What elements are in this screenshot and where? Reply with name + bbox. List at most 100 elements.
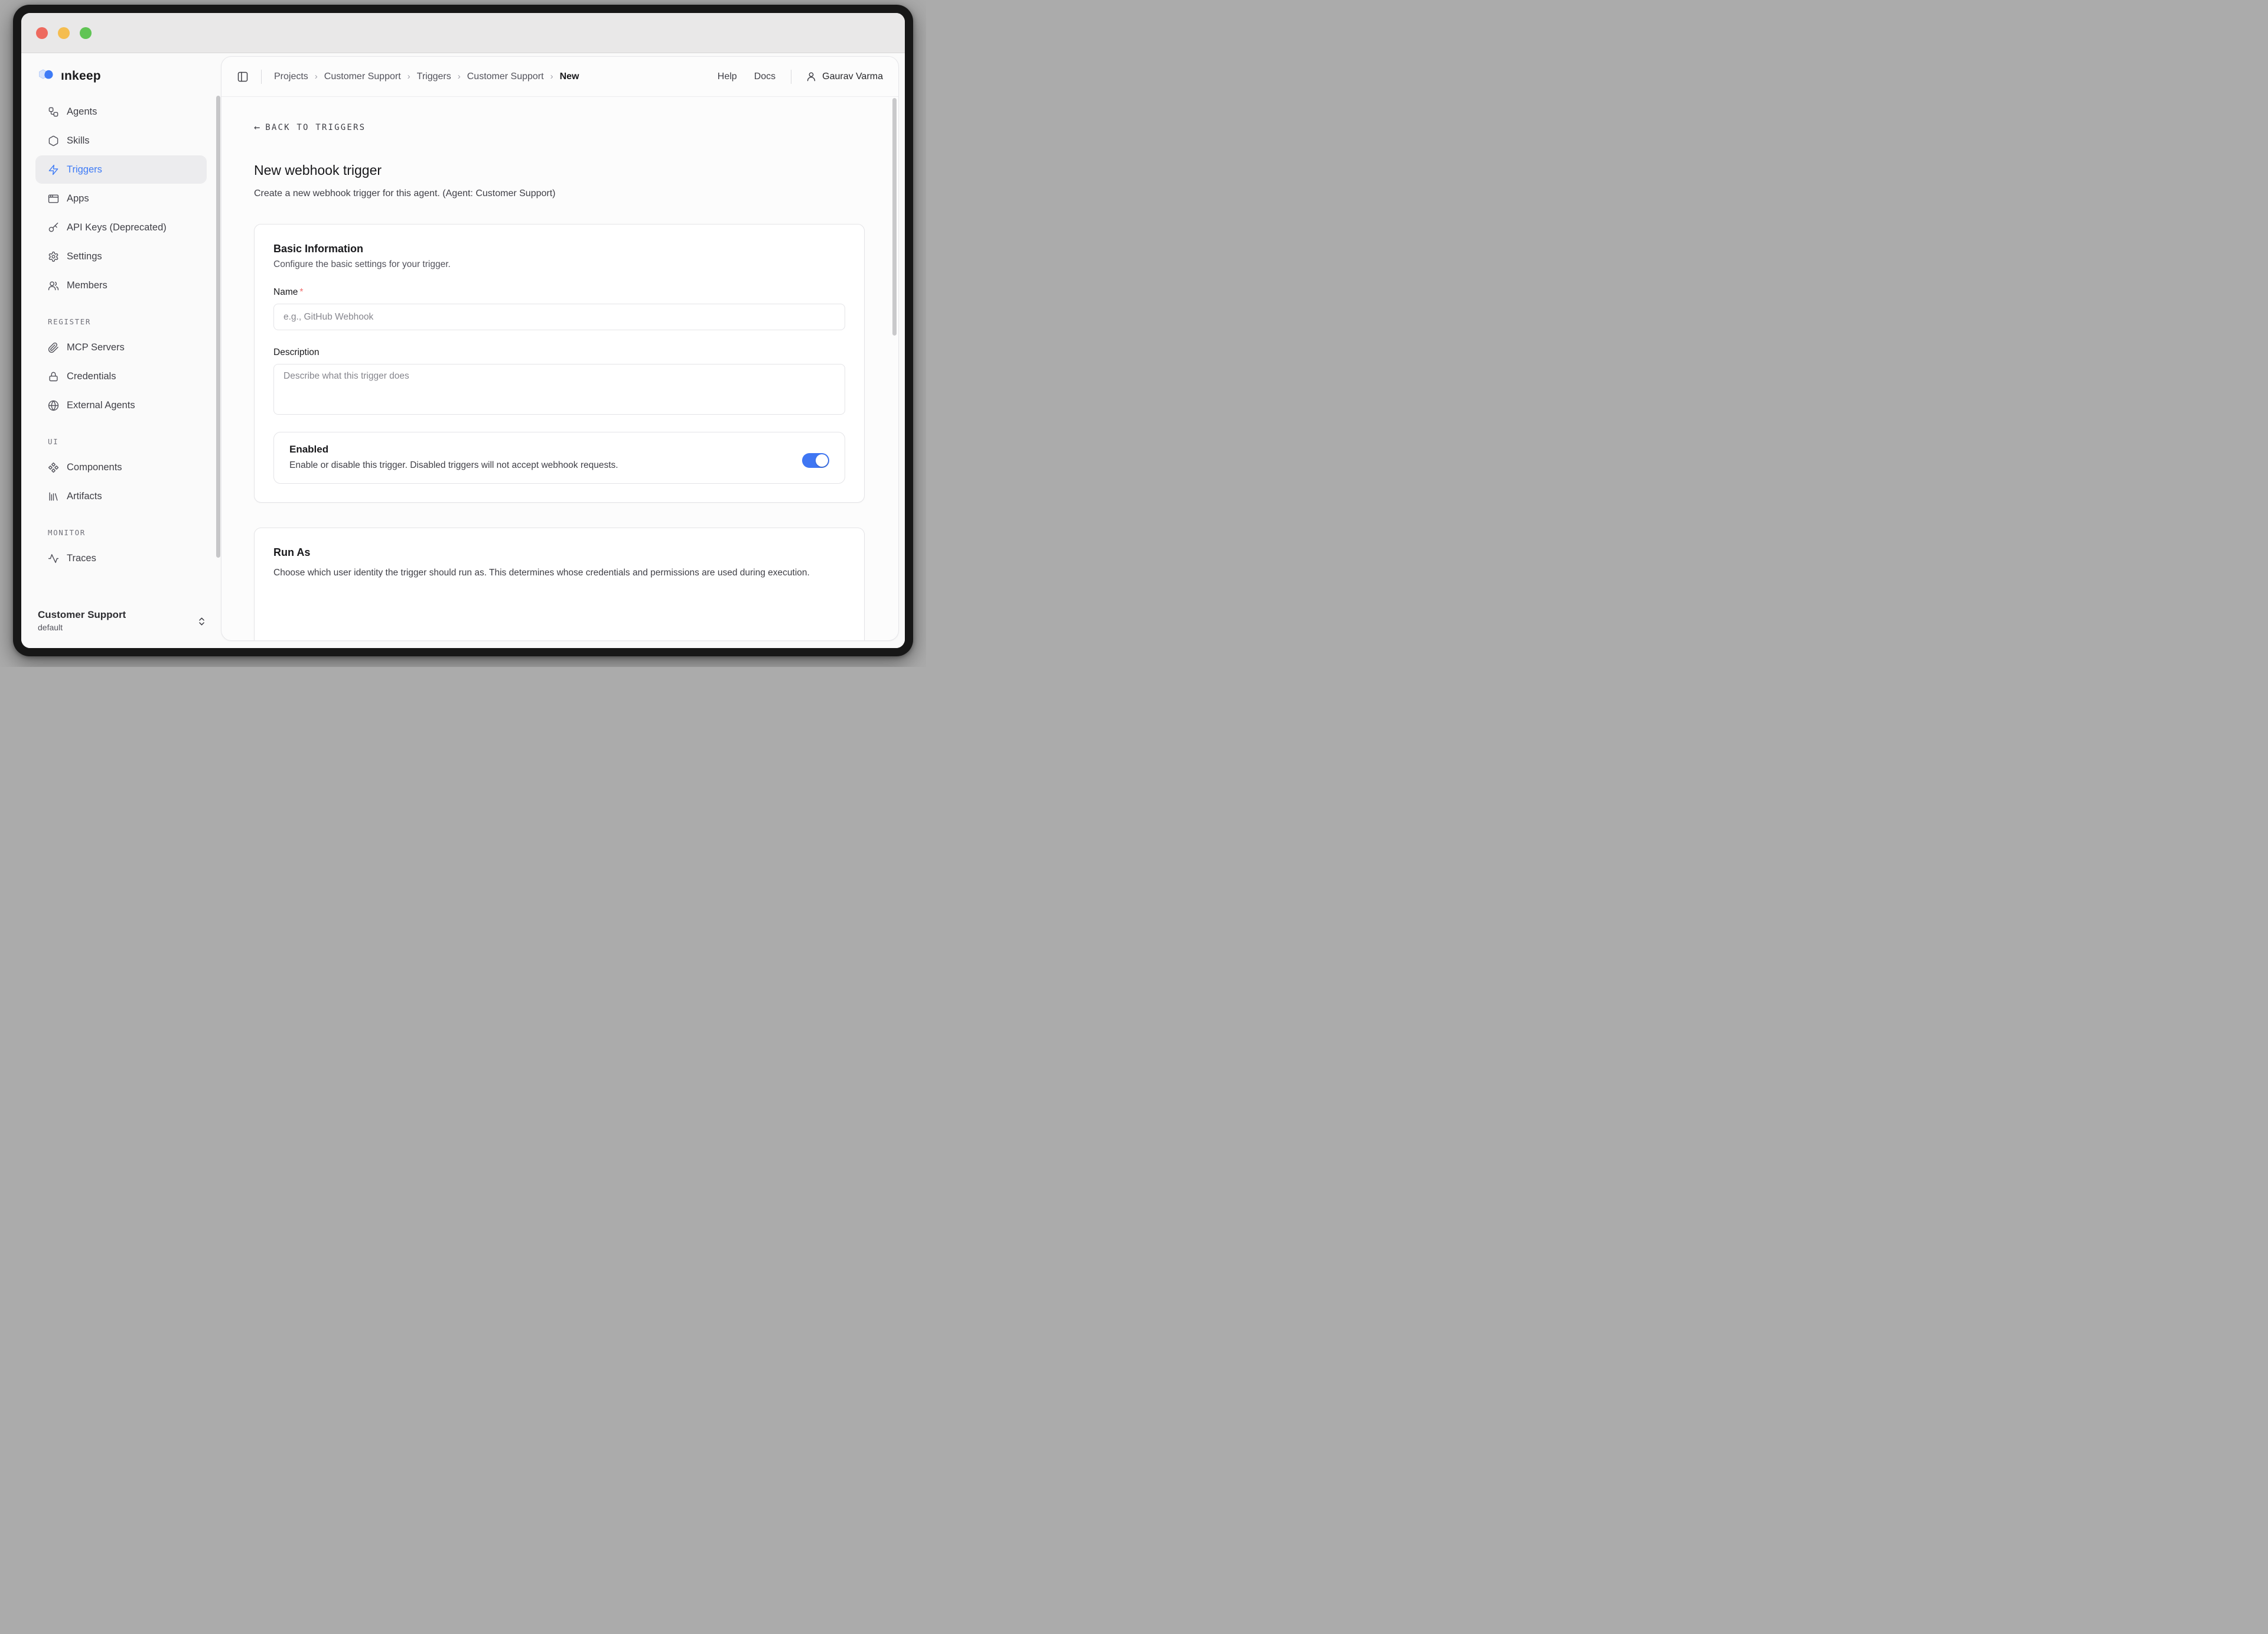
sidebar-item-api-keys[interactable]: API Keys (Deprecated) [35, 213, 207, 242]
enabled-toggle[interactable] [802, 453, 829, 468]
activity-icon [48, 553, 59, 564]
sidebar-item-credentials[interactable]: Credentials [35, 362, 207, 390]
inkeep-logo-icon [38, 69, 56, 84]
back-link-label: BACK TO TRIGGERS [265, 123, 366, 132]
sidebar-item-agents[interactable]: Agents [35, 97, 207, 126]
required-asterisk: * [299, 287, 303, 297]
breadcrumb-agent[interactable]: Customer Support [467, 71, 544, 82]
run-as-title: Run As [273, 546, 845, 559]
enabled-setting: Enabled Enable or disable this trigger. … [273, 432, 845, 484]
sidebar-item-label: Components [67, 462, 122, 473]
sidebar-item-skills[interactable]: Skills [35, 126, 207, 155]
sidebar-toggle-icon[interactable] [237, 71, 249, 83]
chevrons-up-down-icon [197, 615, 207, 628]
sidebar-item-apps[interactable]: Apps [35, 184, 207, 213]
page-subtitle: Create a new webhook trigger for this ag… [254, 188, 865, 199]
sidebar-item-label: API Keys (Deprecated) [67, 222, 167, 233]
page-title: New webhook trigger [254, 162, 865, 178]
enabled-text: Enabled Enable or disable this trigger. … [289, 444, 784, 471]
sidebar-section-monitor: MONITOR [48, 528, 221, 537]
user-menu[interactable]: Gaurav Varma [806, 71, 883, 82]
breadcrumb-new[interactable]: New [560, 71, 579, 82]
sidebar-item-label: Triggers [67, 164, 102, 175]
chevron-right-icon: › [458, 71, 461, 82]
project-switcher[interactable]: Customer Support default [21, 604, 207, 639]
titlebar [21, 13, 905, 53]
basic-information-description: Configure the basic settings for your tr… [273, 259, 845, 270]
chevron-right-icon: › [315, 71, 318, 82]
basic-information-card: Basic Information Configure the basic se… [254, 224, 865, 503]
window-frame: ınkeep Agents Sk [13, 5, 913, 656]
description-label: Description [273, 347, 845, 358]
sidebar-item-label: External Agents [67, 400, 135, 411]
main-panel: Projects › Customer Support › Triggers ›… [221, 56, 899, 641]
sidebar-item-label: Members [67, 280, 107, 291]
breadcrumb: Projects › Customer Support › Triggers ›… [274, 71, 579, 82]
users-icon [48, 280, 59, 291]
window-controls [36, 27, 92, 39]
sidebar-item-settings[interactable]: Settings [35, 242, 207, 271]
gear-icon [48, 251, 59, 262]
name-label: Name* [273, 287, 845, 298]
run-as-description: Choose which user identity the trigger s… [273, 565, 845, 581]
sidebar-nav: Agents Skills Triggers [21, 95, 221, 575]
enabled-description: Enable or disable this trigger. Disabled… [289, 460, 784, 471]
hexagon-icon [48, 135, 59, 147]
app-window-icon [48, 193, 59, 204]
help-link[interactable]: Help [718, 71, 737, 82]
sidebar-section-ui: UI [48, 437, 221, 446]
maximize-button[interactable] [80, 27, 92, 39]
logo-text: ınkeep [61, 69, 101, 83]
minimize-button[interactable] [58, 27, 70, 39]
sidebar-item-components[interactable]: Components [35, 453, 207, 481]
sidebar-item-external-agents[interactable]: External Agents [35, 391, 207, 419]
header-right: Help Docs Gaurav Varma [700, 70, 883, 84]
lock-icon [48, 371, 59, 382]
main-header: Projects › Customer Support › Triggers ›… [221, 57, 898, 97]
breadcrumb-triggers[interactable]: Triggers [417, 71, 451, 82]
close-button[interactable] [36, 27, 48, 39]
sidebar-item-triggers[interactable]: Triggers [35, 155, 207, 184]
run-as-clipped-area [273, 581, 845, 641]
sidebar: ınkeep Agents Sk [21, 53, 221, 648]
project-name: Customer Support [38, 608, 126, 622]
docs-link[interactable]: Docs [754, 71, 775, 82]
arrow-left-icon: ← [254, 122, 260, 134]
run-as-card: Run As Choose which user identity the tr… [254, 528, 865, 641]
workflow-icon [48, 106, 59, 118]
project-variant: default [38, 622, 126, 634]
content-scrollbar[interactable] [892, 98, 897, 336]
logo[interactable]: ınkeep [21, 53, 221, 95]
user-icon [806, 71, 817, 82]
back-to-triggers-link[interactable]: ← BACK TO TRIGGERS [254, 122, 366, 134]
sidebar-item-label: Artifacts [67, 491, 102, 502]
key-icon [48, 222, 59, 233]
sidebar-item-label: Traces [67, 553, 96, 564]
sidebar-scrollbar[interactable] [216, 96, 220, 558]
chevron-right-icon: › [408, 71, 410, 82]
zap-icon [48, 164, 59, 175]
sidebar-item-label: Apps [67, 193, 89, 204]
sidebar-item-artifacts[interactable]: Artifacts [35, 482, 207, 510]
breadcrumb-projects[interactable]: Projects [274, 71, 308, 82]
sidebar-item-label: MCP Servers [67, 342, 125, 353]
sidebar-item-label: Agents [67, 106, 97, 118]
sidebar-item-mcp-servers[interactable]: MCP Servers [35, 333, 207, 362]
app-body: ınkeep Agents Sk [21, 53, 905, 648]
paperclip-icon [48, 342, 59, 353]
library-icon [48, 491, 59, 502]
app-window: ınkeep Agents Sk [21, 13, 905, 648]
sidebar-section-register: REGISTER [48, 317, 221, 326]
sidebar-item-label: Settings [67, 251, 102, 262]
sidebar-item-label: Credentials [67, 371, 116, 382]
breadcrumb-customer-support[interactable]: Customer Support [324, 71, 401, 82]
sidebar-item-members[interactable]: Members [35, 271, 207, 300]
name-input[interactable] [273, 304, 845, 330]
sidebar-item-label: Skills [67, 135, 90, 147]
user-name: Gaurav Varma [822, 71, 883, 82]
project-switcher-text: Customer Support default [38, 608, 126, 634]
desktop-background: ınkeep Agents Sk [0, 0, 926, 667]
description-input[interactable] [273, 364, 845, 415]
header-divider [261, 70, 262, 84]
sidebar-item-traces[interactable]: Traces [35, 544, 207, 572]
